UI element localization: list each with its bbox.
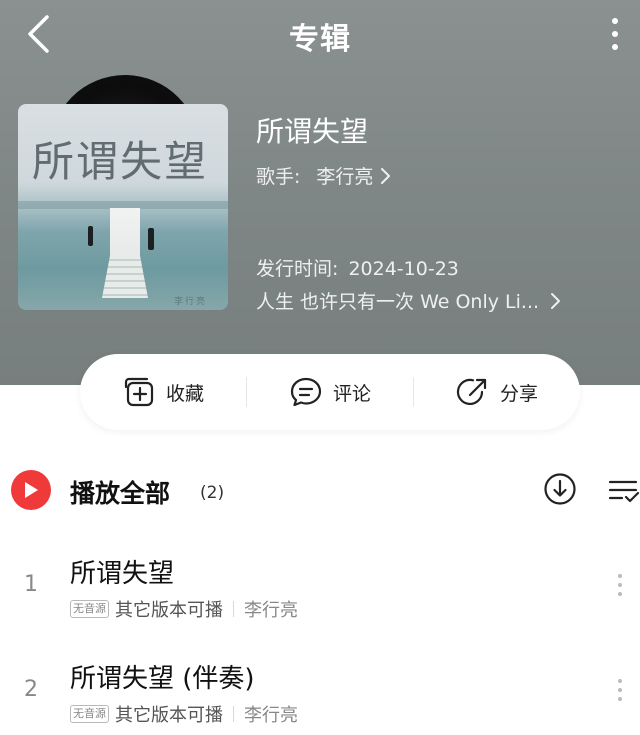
- page-title: 专辑: [289, 22, 351, 57]
- list-check-icon: [608, 480, 640, 503]
- track-meta: 无音源 其它版本可播 李行亮: [70, 596, 298, 622]
- play-all-button[interactable]: [11, 470, 51, 510]
- download-icon: [544, 473, 576, 505]
- release-date: 2024-10-23: [348, 258, 459, 280]
- cover-stairs: [102, 254, 148, 298]
- cover-figure: [88, 226, 93, 246]
- release-info: 发行时间: 2024-10-23: [256, 254, 459, 281]
- no-source-badge: 无音源: [70, 600, 109, 618]
- more-vertical-icon: [612, 18, 618, 24]
- track-availability: 其它版本可播: [115, 600, 223, 621]
- track-number: 2: [24, 677, 38, 702]
- track-more-button[interactable]: [610, 570, 630, 600]
- track-artist: 李行亮: [244, 705, 298, 726]
- track-title: 所谓失望 (伴奏): [70, 664, 255, 694]
- track-title: 所谓失望: [70, 559, 175, 589]
- cover-figure: [148, 228, 154, 250]
- no-source-badge: 无音源: [70, 705, 109, 723]
- track-artist: 李行亮: [244, 600, 298, 621]
- comment-button[interactable]: 评论: [247, 354, 413, 430]
- multiselect-button[interactable]: [606, 476, 640, 506]
- album-name: 所谓失望: [256, 115, 369, 148]
- add-box-icon: [124, 377, 154, 407]
- more-vertical-icon: [618, 679, 622, 683]
- artist-name: 李行亮: [316, 166, 374, 188]
- share-label: 分享: [499, 382, 538, 405]
- play-all-label[interactable]: 播放全部: [70, 474, 170, 510]
- download-button[interactable]: [543, 472, 577, 506]
- share-button[interactable]: 分享: [414, 354, 580, 430]
- artist-link[interactable]: 歌手: 李行亮: [256, 162, 391, 189]
- chevron-right-icon: [381, 167, 391, 184]
- collect-label: 收藏: [165, 382, 204, 405]
- action-bar: 收藏 评论 分享: [80, 354, 580, 430]
- track-availability: 其它版本可播: [115, 705, 223, 726]
- cover-title: 所谓失望: [32, 137, 209, 186]
- album-description[interactable]: 人生 也许只有一次 We Only Li...: [256, 287, 561, 314]
- description-text: 人生 也许只有一次 We Only Li...: [256, 291, 540, 313]
- play-icon: [25, 482, 38, 498]
- comment-label: 评论: [332, 382, 371, 405]
- album-cover[interactable]: 所谓失望 李行亮: [18, 104, 228, 310]
- meta-divider: [233, 706, 234, 722]
- more-options-button[interactable]: [598, 12, 632, 56]
- meta-divider: [233, 601, 234, 617]
- track-number: 1: [24, 572, 38, 597]
- share-icon: [456, 378, 487, 405]
- track-meta: 无音源 其它版本可播 李行亮: [70, 701, 298, 727]
- track-row[interactable]: 2 所谓失望 (伴奏) 无音源 其它版本可播 李行亮: [0, 653, 640, 735]
- comment-icon: [290, 377, 322, 407]
- release-label: 发行时间:: [256, 258, 339, 280]
- more-vertical-icon: [618, 574, 622, 578]
- track-row[interactable]: 1 所谓失望 无音源 其它版本可播 李行亮: [0, 548, 640, 638]
- collect-button[interactable]: 收藏: [80, 354, 246, 430]
- chevron-right-icon: [551, 292, 561, 309]
- track-count: (2): [200, 483, 225, 503]
- artist-label: 歌手:: [256, 166, 301, 188]
- track-more-button[interactable]: [610, 675, 630, 705]
- cover-signature: 李行亮: [174, 297, 208, 307]
